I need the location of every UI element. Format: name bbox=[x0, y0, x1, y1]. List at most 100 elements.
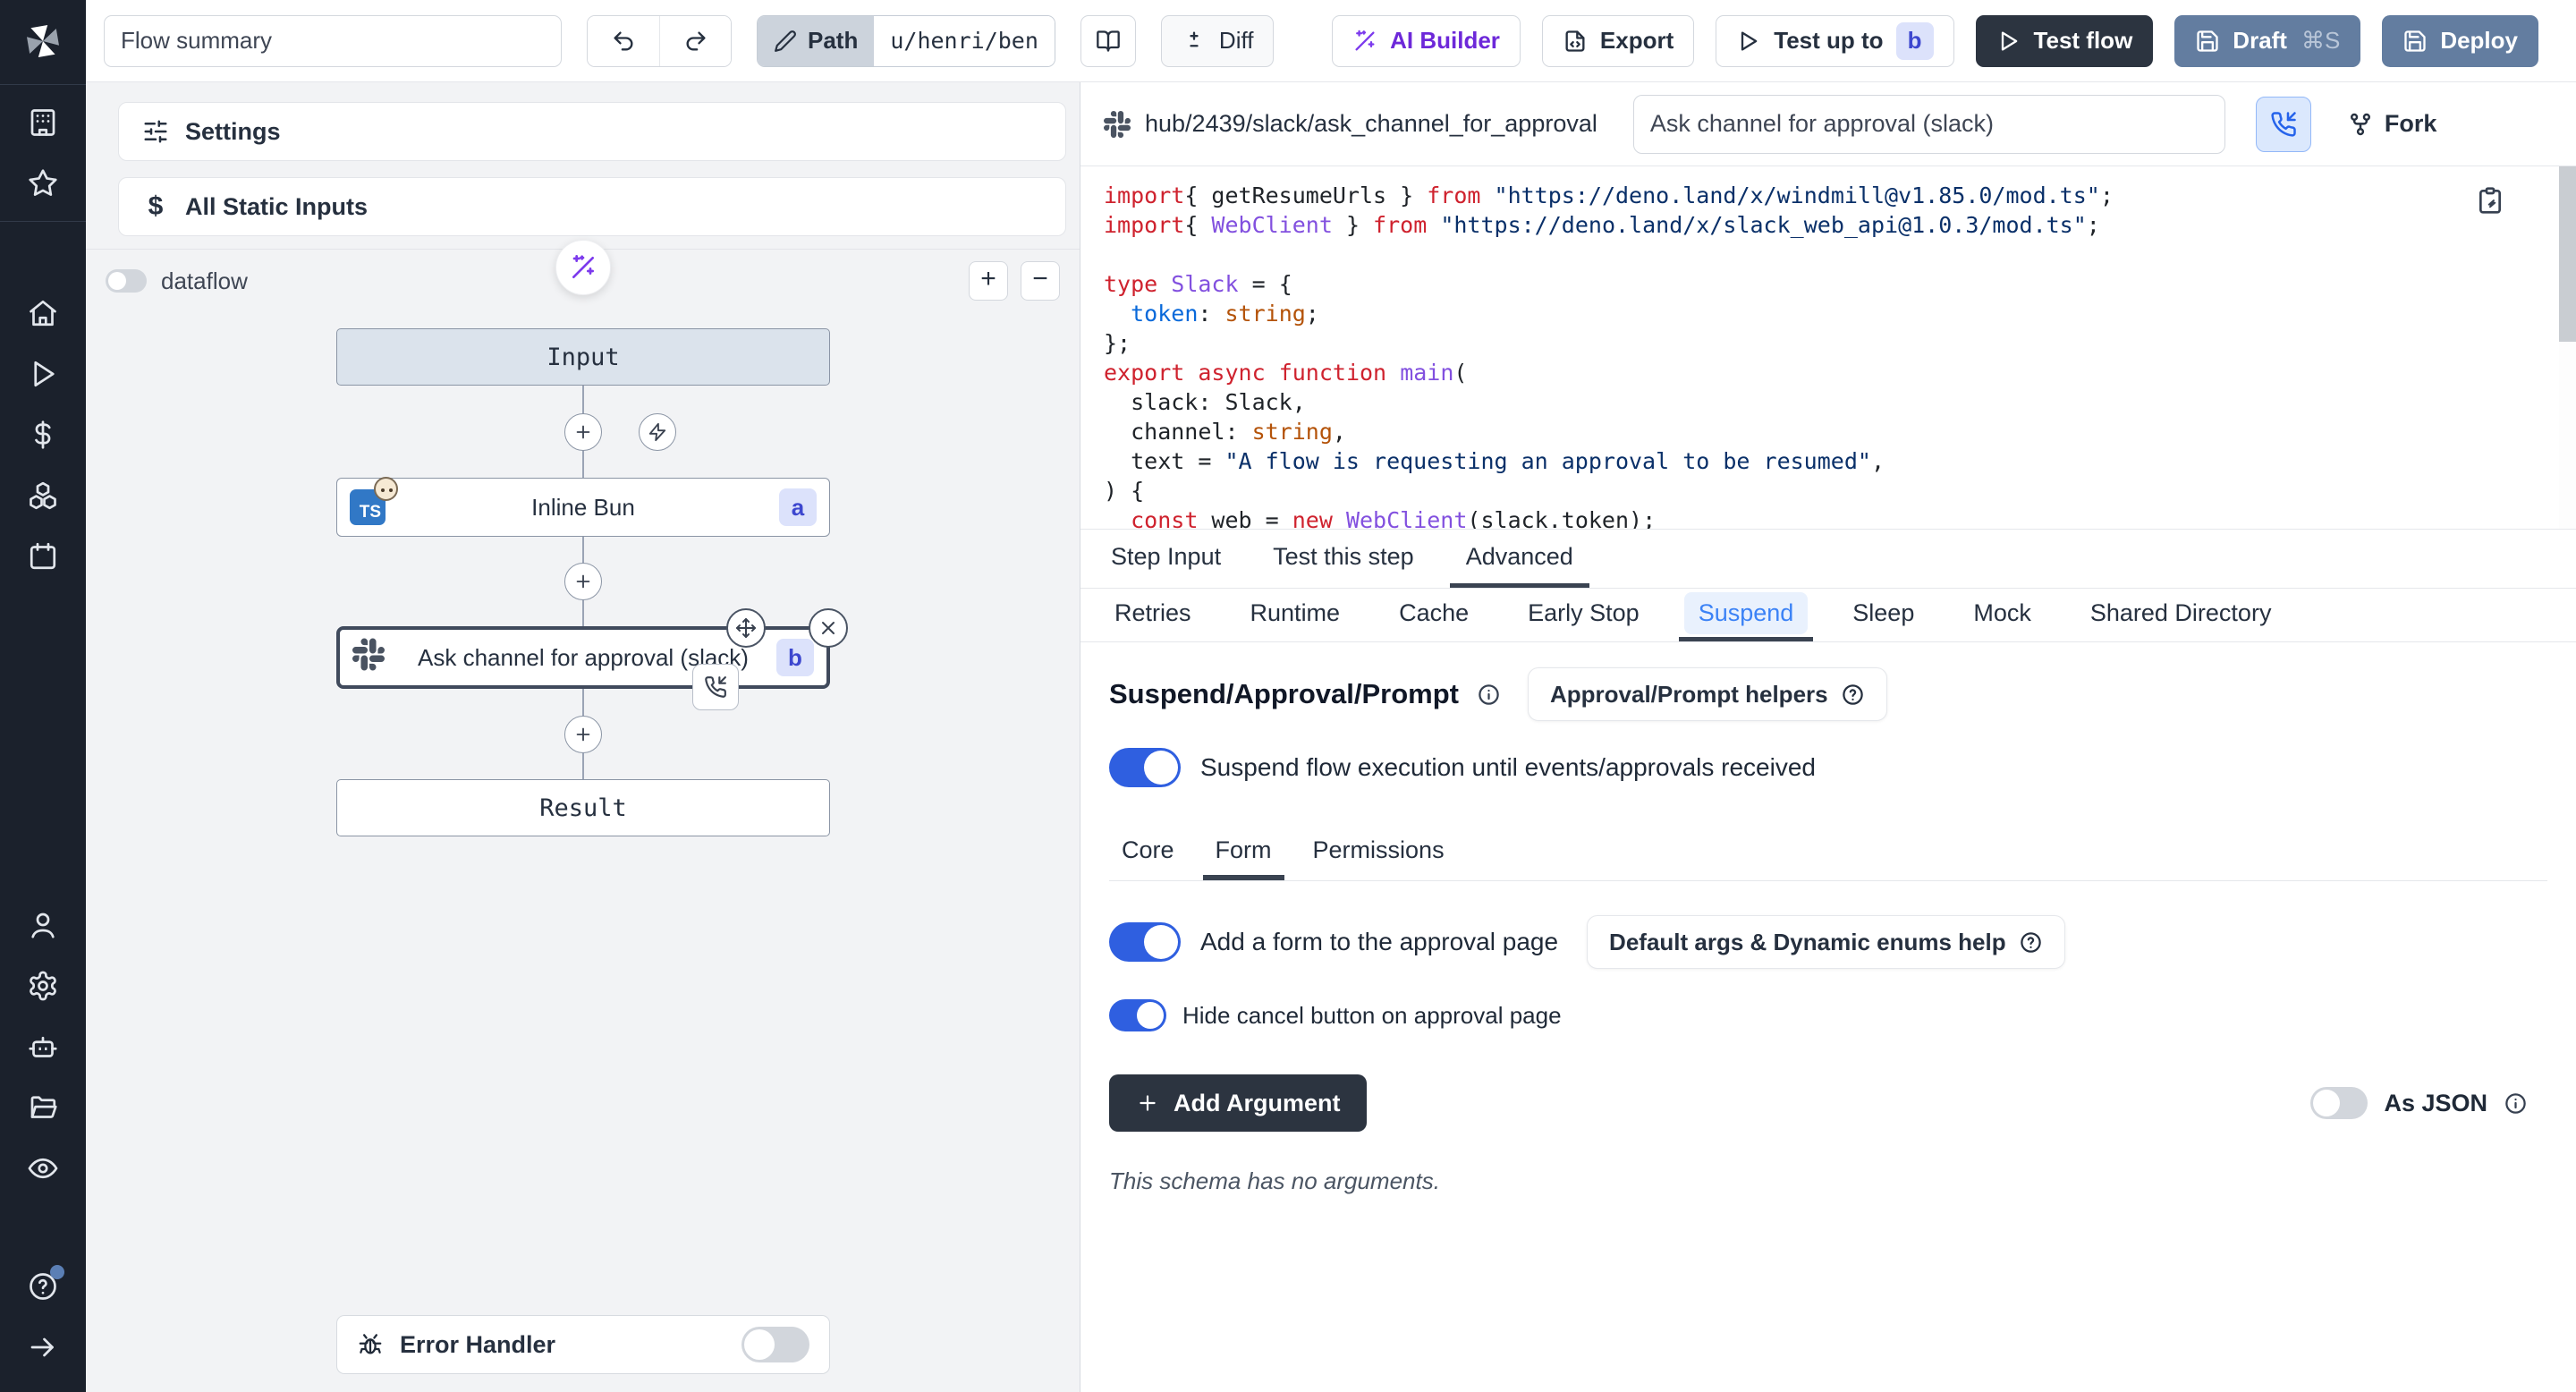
book-open-icon bbox=[1096, 29, 1121, 54]
step-name-input[interactable] bbox=[1633, 95, 2225, 154]
help-circle-icon bbox=[1841, 683, 1865, 707]
sidebar-item-arrow-right[interactable] bbox=[14, 1319, 72, 1376]
hub-path-text: hub/2439/slack/ask_channel_for_approval bbox=[1145, 110, 1597, 138]
flow-settings-button[interactable]: Settings bbox=[118, 102, 1066, 161]
tab-advanced[interactable]: Advanced bbox=[1450, 530, 1589, 588]
info-icon[interactable] bbox=[2504, 1091, 2528, 1116]
code-line: channel: string, bbox=[1104, 417, 2496, 446]
test-up-to-label: Test up to bbox=[1774, 27, 1883, 55]
add-step-button[interactable] bbox=[564, 563, 602, 600]
hide-cancel-toggle[interactable] bbox=[1109, 999, 1166, 1031]
all-static-inputs-label: All Static Inputs bbox=[185, 193, 368, 221]
phone-incoming-icon bbox=[704, 675, 727, 699]
zoom-out-button[interactable]: − bbox=[1021, 261, 1060, 301]
subtab-runtime[interactable]: Runtime bbox=[1231, 589, 1360, 641]
suspend-tab-core[interactable]: Core bbox=[1109, 825, 1187, 880]
add-step-button[interactable] bbox=[564, 716, 602, 753]
subtab-early-stop[interactable]: Early Stop bbox=[1508, 589, 1659, 641]
ai-builder-button[interactable]: AI Builder bbox=[1332, 15, 1521, 67]
tab-step-input[interactable]: Step Input bbox=[1095, 530, 1237, 588]
step-id-badge: b bbox=[1896, 22, 1934, 60]
sidebar-item-building[interactable] bbox=[14, 94, 72, 151]
path-button[interactable]: Path u/henri/ben bbox=[757, 15, 1055, 67]
sidebar-item-boxes[interactable] bbox=[14, 467, 72, 524]
step-node-b-selected[interactable]: Ask channel for approval (slack) b bbox=[336, 626, 830, 689]
suspend-approval-button[interactable] bbox=[2256, 97, 2311, 152]
export-button[interactable]: Export bbox=[1542, 15, 1694, 67]
app-sidebar bbox=[0, 0, 86, 1392]
diff-button[interactable]: Diff bbox=[1161, 15, 1275, 67]
fork-button[interactable]: Fork bbox=[2347, 110, 2437, 138]
docs-button[interactable] bbox=[1080, 15, 1136, 67]
folder-icon bbox=[27, 1091, 59, 1124]
sidebar-item-star[interactable] bbox=[14, 155, 72, 212]
tab-test-this-step[interactable]: Test this step bbox=[1257, 530, 1430, 588]
dataflow-label: dataflow bbox=[161, 267, 248, 295]
copy-code-button[interactable] bbox=[2476, 186, 2504, 217]
result-node[interactable]: Result bbox=[336, 779, 830, 836]
draft-button[interactable]: Draft ⌘S bbox=[2174, 15, 2360, 67]
result-node-label: Result bbox=[539, 794, 627, 822]
code-editor[interactable]: import{ getResumeUrls } from "https://de… bbox=[1080, 166, 2576, 530]
add-argument-button[interactable]: Add Argument bbox=[1109, 1074, 1367, 1132]
code-line: ) { bbox=[1104, 476, 2496, 505]
delete-step-button[interactable] bbox=[809, 608, 848, 648]
add-step-button[interactable] bbox=[564, 413, 602, 451]
sidebar-divider bbox=[0, 221, 86, 222]
subtab-mock[interactable]: Mock bbox=[1953, 589, 2051, 641]
add-trigger-button[interactable] bbox=[639, 413, 676, 451]
suspend-heading: Suspend/Approval/Prompt bbox=[1109, 678, 1459, 710]
ai-flow-wand-button[interactable] bbox=[555, 240, 611, 295]
dollar-icon bbox=[27, 419, 59, 451]
sidebar-item-calendar[interactable] bbox=[14, 528, 72, 585]
error-handler-card[interactable]: Error Handler bbox=[336, 1315, 830, 1374]
test-up-to-button[interactable]: Test up to b bbox=[1716, 15, 1953, 67]
plus-icon bbox=[573, 572, 593, 591]
add-form-toggle[interactable] bbox=[1109, 922, 1181, 962]
code-scrollbar[interactable] bbox=[2559, 166, 2576, 529]
redo-button[interactable] bbox=[659, 16, 731, 66]
subtab-suspend[interactable]: Suspend bbox=[1679, 589, 1814, 641]
sidebar-item-help[interactable] bbox=[14, 1258, 72, 1315]
sidebar-item-user[interactable] bbox=[14, 896, 72, 954]
approval-prompt-helpers-button[interactable]: Approval/Prompt helpers bbox=[1528, 667, 1887, 721]
test-flow-button[interactable]: Test flow bbox=[1976, 15, 2154, 67]
default-args-help-button[interactable]: Default args & Dynamic enums help bbox=[1587, 915, 2065, 969]
windmill-logo[interactable] bbox=[21, 20, 64, 63]
sidebar-item-folder[interactable] bbox=[14, 1079, 72, 1136]
export-label: Export bbox=[1600, 27, 1674, 55]
subtab-sleep[interactable]: Sleep bbox=[1833, 589, 1934, 641]
move-step-button[interactable] bbox=[726, 608, 766, 648]
git-fork-icon bbox=[2347, 111, 2374, 138]
undo-button[interactable] bbox=[588, 16, 659, 66]
hub-path[interactable]: hub/2439/slack/ask_channel_for_approval bbox=[1104, 110, 1597, 138]
suspend-tab-form[interactable]: Form bbox=[1203, 825, 1284, 880]
step-id-badge: a bbox=[779, 488, 817, 526]
play-icon bbox=[27, 358, 59, 390]
all-static-inputs-button[interactable]: $ All Static Inputs bbox=[118, 177, 1066, 236]
sidebar-item-dollar[interactable] bbox=[14, 406, 72, 463]
sidebar-item-robot[interactable] bbox=[14, 1018, 72, 1075]
input-node[interactable]: Input bbox=[336, 328, 830, 386]
dataflow-toggle[interactable] bbox=[106, 269, 147, 293]
suspend-tab-permissions[interactable]: Permissions bbox=[1301, 825, 1457, 880]
suspend-approval-indicator[interactable] bbox=[692, 664, 739, 710]
sidebar-item-gear[interactable] bbox=[14, 957, 72, 1014]
subtab-cache[interactable]: Cache bbox=[1379, 589, 1488, 641]
suspend-flow-toggle[interactable] bbox=[1109, 748, 1181, 787]
step-node-a[interactable]: TS Inline Bun a bbox=[336, 478, 830, 537]
deploy-button[interactable]: Deploy bbox=[2382, 15, 2538, 67]
zoom-in-button[interactable]: + bbox=[969, 261, 1008, 301]
subtab-shared-directory[interactable]: Shared Directory bbox=[2071, 589, 2292, 641]
error-handler-toggle[interactable] bbox=[741, 1327, 809, 1362]
code-line: const web = new WebClient(slack.token); bbox=[1104, 505, 2496, 530]
info-icon[interactable] bbox=[1477, 683, 1501, 707]
sidebar-item-home[interactable] bbox=[14, 284, 72, 342]
code-line: import{ WebClient } from "https://deno.l… bbox=[1104, 210, 2496, 240]
sidebar-item-eye[interactable] bbox=[14, 1140, 72, 1197]
flow-summary-input[interactable] bbox=[104, 15, 562, 67]
subtab-retries[interactable]: Retries bbox=[1095, 589, 1211, 641]
code-line: text = "A flow is requesting an approval… bbox=[1104, 446, 2496, 476]
as-json-toggle[interactable] bbox=[2310, 1087, 2368, 1119]
sidebar-item-play[interactable] bbox=[14, 345, 72, 403]
